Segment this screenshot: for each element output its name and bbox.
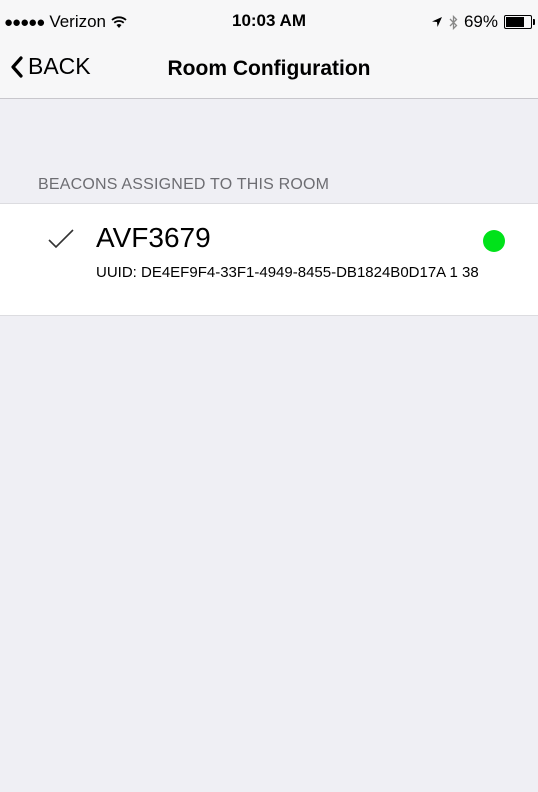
battery-fill bbox=[506, 17, 524, 27]
beacon-name: AVF3679 bbox=[96, 222, 211, 253]
battery-percent: 69% bbox=[463, 12, 498, 31]
beacon-status-indicator bbox=[483, 230, 505, 252]
battery-icon bbox=[504, 15, 535, 29]
checkmark-icon bbox=[48, 229, 74, 249]
status-bar: ●●●●● Verizon 10:03 AM 69% bbox=[0, 0, 538, 40]
beacon-uuid: UUID: DE4EF9F4-33F1-4949-8455-DB1824B0D1… bbox=[96, 264, 479, 281]
battery-tip bbox=[533, 19, 535, 25]
bluetooth-icon bbox=[449, 14, 458, 30]
page-title: Room Configuration bbox=[167, 57, 371, 80]
status-right: 69% bbox=[431, 12, 535, 32]
nav-bar: BACK Room Configuration bbox=[0, 40, 538, 99]
beacon-list-item[interactable]: AVF3679 UUID: DE4EF9F4-33F1-4949-8455-DB… bbox=[0, 203, 538, 316]
section-header: BEACONS ASSIGNED TO THIS ROOM bbox=[38, 176, 330, 193]
location-arrow-icon bbox=[431, 17, 442, 27]
